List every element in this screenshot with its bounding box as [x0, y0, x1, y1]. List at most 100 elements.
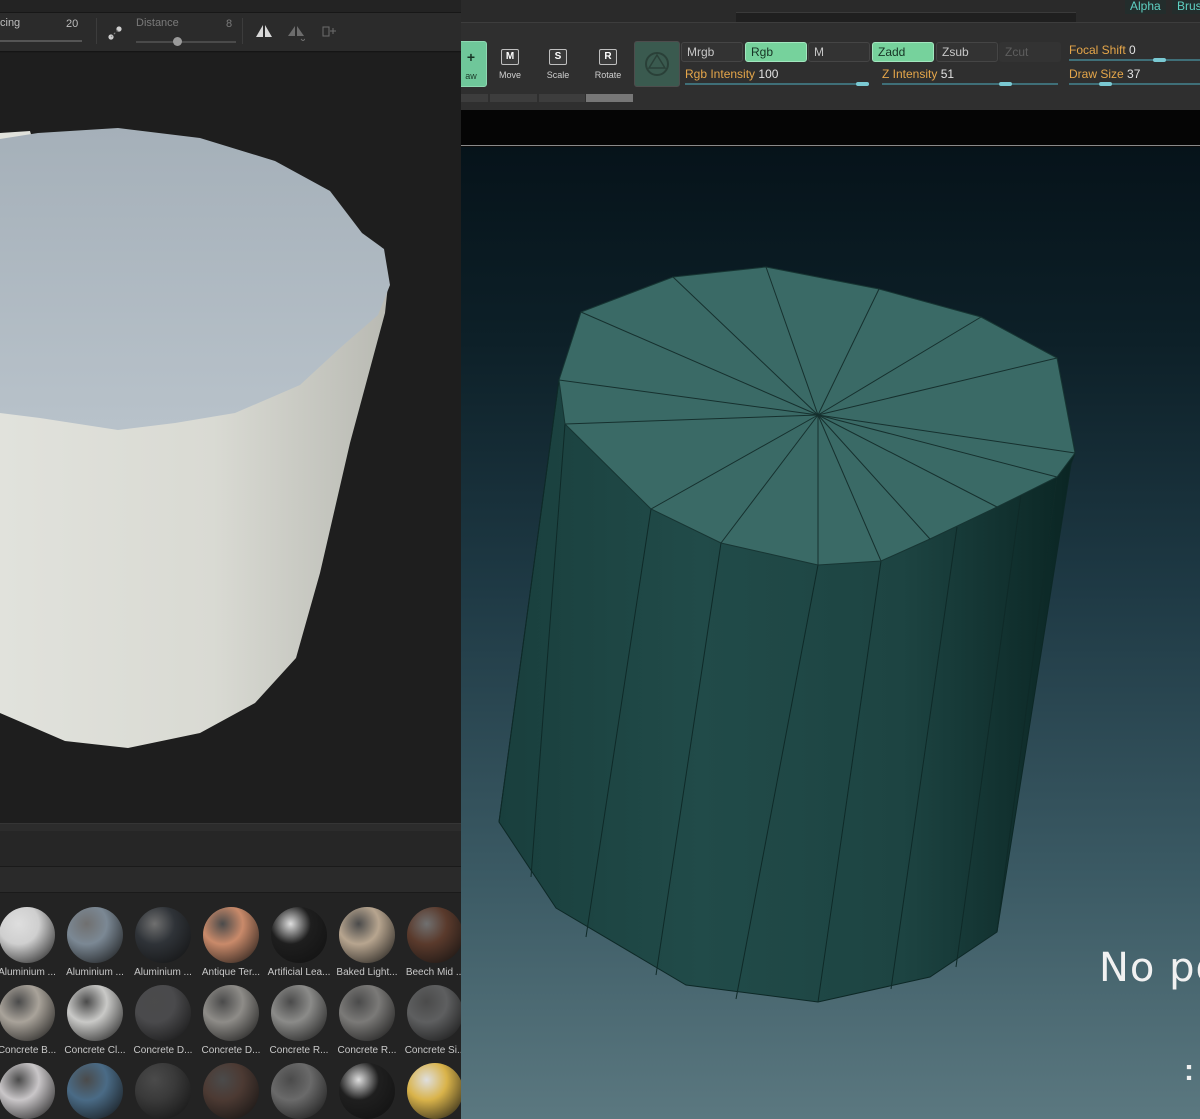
material-preview-sphere: [407, 907, 461, 963]
brush-tab[interactable]: Brus: [1172, 0, 1200, 14]
focal-shift-control[interactable]: Focal Shift 0: [1069, 43, 1136, 57]
canvas-overlay-text: No pol: [1099, 945, 1200, 991]
move-icon: M: [501, 49, 519, 65]
material-swatch[interactable]: [401, 1057, 461, 1119]
cylinder-render: [0, 128, 390, 748]
material-name: Aluminium ...: [134, 967, 192, 978]
material-swatch[interactable]: Concrete R...: [333, 979, 401, 1059]
symmetry-icon[interactable]: [255, 23, 273, 41]
draw-size-knob[interactable]: [1099, 82, 1112, 86]
menu-tab-strip: [736, 12, 1076, 22]
symmetry-mode-icon[interactable]: [287, 23, 305, 41]
z-intensity-slider[interactable]: [882, 83, 1058, 85]
draw-button[interactable]: + aw: [461, 41, 487, 87]
subbar-segment: [586, 94, 633, 102]
material-swatch[interactable]: [333, 1057, 401, 1119]
material-swatch[interactable]: Antique Ter...: [197, 901, 265, 981]
draw-size-value: 37: [1127, 67, 1141, 81]
rotate-icon: R: [599, 49, 617, 65]
material-swatch[interactable]: Aluminium ...: [61, 901, 129, 981]
material-swatch[interactable]: Aluminium ...: [0, 901, 61, 981]
z-intensity-knob[interactable]: [999, 82, 1012, 86]
material-swatch[interactable]: Concrete R...: [265, 979, 333, 1059]
zbrush-canvas[interactable]: No pol :: [461, 147, 1200, 1119]
material-name: Beech Mid ...: [405, 967, 461, 978]
focal-shift-slider[interactable]: [1069, 59, 1200, 61]
material-name: Aluminium ...: [66, 967, 124, 978]
cylinder-mesh: [498, 266, 1076, 1003]
material-name: Concrete B...: [0, 1045, 57, 1056]
material-name: Aluminium ...: [0, 967, 56, 978]
material-name: Concrete R...: [269, 1045, 329, 1056]
material-swatch[interactable]: Concrete Si...: [401, 979, 461, 1059]
distance-label: Distance: [136, 17, 179, 29]
material-swatch[interactable]: [197, 1057, 265, 1119]
pivot-icon[interactable]: [320, 23, 338, 41]
scale-button[interactable]: S Scale: [535, 41, 581, 87]
scale-icon: S: [549, 49, 567, 65]
m-button[interactable]: M: [808, 42, 870, 62]
spacing-slider[interactable]: [0, 40, 82, 42]
subbar-segment: [490, 94, 537, 102]
focal-shift-label: Focal Shift: [1069, 43, 1126, 57]
material-preview-sphere: [339, 1063, 395, 1119]
material-swatch[interactable]: Concrete Cl...: [61, 979, 129, 1059]
material-swatch[interactable]: [129, 1057, 197, 1119]
material-swatch[interactable]: Concrete D...: [197, 979, 265, 1059]
material-swatch[interactable]: [0, 1057, 61, 1119]
material-swatch[interactable]: [265, 1057, 333, 1119]
material-name: Antique Ter...: [201, 967, 261, 978]
material-name: Baked Light...: [336, 967, 398, 978]
mrgb-button[interactable]: Mrgb: [681, 42, 743, 62]
distance-slider-knob[interactable]: [173, 37, 182, 46]
draw-label: aw: [465, 71, 477, 81]
lazy-mouse-icon[interactable]: [106, 24, 124, 42]
rgb-intensity-knob[interactable]: [856, 82, 869, 86]
material-swatch[interactable]: Beech Mid ...: [401, 901, 461, 981]
z-intensity-control[interactable]: Z Intensity 51: [882, 67, 954, 81]
zsub-button[interactable]: Zsub: [936, 42, 998, 62]
material-preview-sphere: [135, 1063, 191, 1119]
draw-size-control[interactable]: Draw Size 37: [1069, 67, 1140, 81]
distance-value[interactable]: 8: [226, 18, 232, 30]
material-name: Concrete Cl...: [64, 1045, 126, 1056]
material-preview-sphere: [407, 985, 461, 1041]
shelf-header: [0, 831, 461, 867]
material-preview-sphere: [203, 1063, 259, 1119]
rotate-button[interactable]: R Rotate: [585, 41, 631, 87]
material-swatch[interactable]: [61, 1057, 129, 1119]
rgb-button[interactable]: Rgb: [745, 42, 807, 62]
material-name: Artificial Lea...: [267, 967, 331, 978]
material-preview-sphere: [203, 985, 259, 1041]
move-button[interactable]: M Move: [487, 41, 533, 87]
material-swatch[interactable]: Concrete B...: [0, 979, 61, 1059]
spacing-value[interactable]: 20: [66, 18, 78, 30]
material-swatch[interactable]: Aluminium ...: [129, 901, 197, 981]
material-painter-app: cing 20 Distance 8 Aluminium ... Alumini…: [0, 0, 461, 1119]
focal-shift-knob[interactable]: [1153, 58, 1166, 62]
material-swatch[interactable]: Artificial Lea...: [265, 901, 333, 981]
rotate-label: Rotate: [594, 70, 622, 80]
zcut-button[interactable]: Zcut: [999, 42, 1061, 62]
material-preview-sphere: [339, 985, 395, 1041]
material-swatch[interactable]: Concrete D...: [129, 979, 197, 1059]
material-name: Concrete R...: [337, 1045, 397, 1056]
zadd-button[interactable]: Zadd: [872, 42, 934, 62]
panel-splitter[interactable]: [0, 823, 461, 831]
material-preview-sphere: [0, 907, 55, 963]
3d-viewport[interactable]: [0, 53, 461, 823]
brush-toolbar: cing 20 Distance 8: [0, 0, 461, 52]
rgb-intensity-slider[interactable]: [685, 83, 869, 85]
toolbar-divider: [96, 18, 97, 44]
rgb-intensity-control[interactable]: Rgb Intensity 100: [685, 67, 778, 81]
material-button[interactable]: [634, 41, 680, 87]
material-swatch[interactable]: Baked Light...: [333, 901, 401, 981]
material-preview-sphere: [339, 907, 395, 963]
distance-slider[interactable]: [136, 41, 236, 43]
draw-size-slider[interactable]: [1069, 83, 1200, 85]
alpha-tab[interactable]: Alpha: [1125, 0, 1166, 14]
material-preview-sphere: [203, 907, 259, 963]
material-preview-sphere: [271, 1063, 327, 1119]
material-preview-sphere: [135, 985, 191, 1041]
scale-label: Scale: [546, 70, 570, 80]
